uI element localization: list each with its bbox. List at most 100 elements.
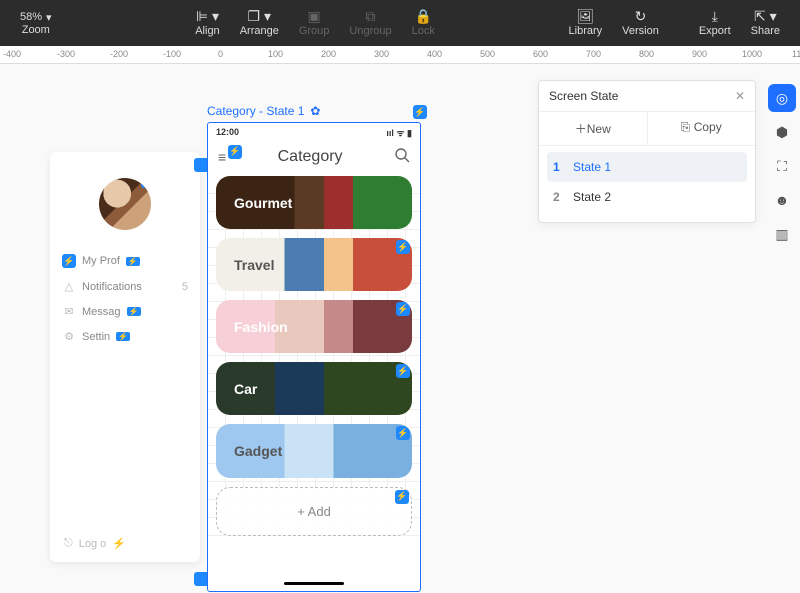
target-icon: ◎: [776, 90, 788, 107]
state-label: State 2: [573, 190, 611, 204]
layout-icon: ▥: [775, 226, 788, 243]
card-label: Car: [234, 381, 257, 397]
group-button: ▣ Group: [299, 9, 330, 37]
logout-icon: ⎋: [64, 537, 73, 550]
align-icon: ⊫ ▾: [196, 9, 219, 23]
drawer-component[interactable]: ⚡ ⚡ My Prof ⚡ △ Notifications 5 ✉ Messag…: [50, 152, 200, 562]
state-row-1[interactable]: 1 State 1: [547, 152, 747, 182]
phone-artboard[interactable]: 12:00 ııl ᯤ ▮ ≡⚡ Category Gourmet Travel…: [207, 122, 421, 592]
category-card-car[interactable]: Car ⚡: [216, 362, 412, 415]
nav-item-settings[interactable]: ⚙ Settin ⚡: [60, 324, 190, 349]
share-button[interactable]: ⇱ ▾ Share: [751, 9, 780, 37]
state-number: 2: [553, 190, 563, 204]
state-badge-icon: ⚡: [396, 240, 410, 254]
screen-state-panel: Screen State ✕ ＋New ⎘ Copy 1 State 1 2 S…: [538, 80, 756, 223]
share-icon: ⇱ ▾: [754, 9, 777, 23]
close-icon[interactable]: ✕: [735, 89, 745, 103]
version-button[interactable]: ↻ Version: [622, 9, 659, 37]
new-state-button[interactable]: ＋New: [539, 112, 647, 145]
menu-icon[interactable]: ≡⚡: [218, 149, 226, 165]
group-icon: ▣: [308, 9, 321, 23]
screen-header: ≡⚡ Category: [208, 141, 420, 176]
version-icon: ↻: [635, 9, 647, 23]
category-card-gadget[interactable]: Gadget ⚡: [216, 424, 412, 477]
status-icons: ııl ᯤ ▮: [386, 126, 412, 139]
avatar: ⚡: [99, 178, 151, 230]
arrange-button[interactable]: ❐ ▾ Arrange: [240, 9, 279, 37]
card-label: Travel: [234, 257, 274, 273]
zoom-label: Zoom: [22, 24, 50, 36]
zoom-value: 58%: [20, 11, 42, 23]
message-icon: ✉: [62, 305, 76, 318]
category-card-travel[interactable]: Travel ⚡: [216, 238, 412, 291]
home-indicator: [284, 582, 344, 585]
state-number: 1: [553, 160, 563, 174]
nav-label: Settin: [82, 331, 110, 343]
nav-label: My Prof: [82, 255, 120, 267]
state-badge-icon: ⚡: [116, 332, 130, 341]
library-button[interactable]: 🖼 Library: [569, 9, 603, 37]
state-badge-icon: ⚡: [395, 490, 409, 504]
state-badge-icon[interactable]: ⚡: [413, 105, 427, 119]
horizontal-ruler: -400 -300 -200 -100 0 100 200 300 400 50…: [0, 46, 800, 64]
category-card-fashion[interactable]: Fashion ⚡: [216, 300, 412, 353]
card-label: Fashion: [234, 319, 288, 335]
export-button[interactable]: ⤓ Export: [699, 9, 731, 37]
top-toolbar: 58% ▾ Zoom ⊫ ▾ Align ❐ ▾ Arrange ▣ Group…: [0, 0, 800, 46]
nav-label: Messag: [82, 306, 121, 318]
ungroup-icon: ⧉: [366, 9, 376, 23]
expand-icon: ⛶: [777, 158, 787, 175]
panel-title: Screen State: [549, 89, 618, 103]
right-toolbar: ◎ ⬢ ⛶ ☻ ▥: [764, 80, 800, 248]
nav-label: Log o: [79, 538, 107, 550]
category-list: Gourmet Travel ⚡ Fashion ⚡ Car ⚡ Gadget …: [208, 176, 420, 536]
state-badge-icon: ⚡: [396, 426, 410, 440]
status-time: 12:00: [216, 127, 239, 137]
arrange-icon: ❐ ▾: [248, 9, 271, 23]
nav-item-profile[interactable]: ⚡ My Prof ⚡: [60, 248, 190, 274]
artboard-title: Category - State 1: [207, 104, 304, 118]
lock-icon: 🔒: [415, 9, 432, 23]
add-card-button[interactable]: + Add ⚡: [216, 487, 412, 536]
state-badge-icon[interactable]: ⚡: [141, 178, 151, 188]
state-badge-icon: ⚡: [396, 302, 410, 316]
status-bar: 12:00 ııl ᯤ ▮: [208, 123, 420, 141]
copy-state-button[interactable]: ⎘ Copy: [647, 112, 756, 145]
emoji-tool-button[interactable]: ☻: [768, 186, 796, 214]
artboard-label[interactable]: Category - State 1 ✿: [207, 104, 320, 118]
bell-icon: △: [62, 280, 76, 293]
gear-icon: ⚙: [62, 330, 76, 343]
smile-icon: ☻: [775, 192, 790, 208]
state-label: State 1: [573, 160, 611, 174]
count-badge: 5: [182, 281, 188, 293]
state-badge-icon: ⚡: [62, 254, 76, 268]
chevron-down-icon: ▾: [46, 11, 52, 24]
card-label: Gadget: [234, 443, 282, 459]
library-icon: 🖼: [576, 9, 594, 23]
nav-item-logout[interactable]: ⎋ Log o ⚡: [64, 537, 126, 550]
category-card-gourmet[interactable]: Gourmet: [216, 176, 412, 229]
align-button[interactable]: ⊫ ▾ Align: [195, 9, 219, 37]
copy-icon: ⎘: [681, 120, 694, 134]
export-icon: ⤓: [712, 9, 718, 23]
target-tool-button[interactable]: ◎: [768, 84, 796, 112]
plus-icon: ＋: [575, 122, 587, 136]
add-label: + Add: [297, 504, 331, 519]
layout-tool-button[interactable]: ▥: [768, 220, 796, 248]
cube-icon: ⬢: [776, 124, 788, 141]
design-canvas[interactable]: ⚡ ⚡ My Prof ⚡ △ Notifications 5 ✉ Messag…: [0, 64, 800, 593]
card-label: Gourmet: [234, 195, 292, 211]
screen-title: Category: [278, 148, 343, 166]
nav-item-messages[interactable]: ✉ Messag ⚡: [60, 299, 190, 324]
state-row-2[interactable]: 2 State 2: [547, 182, 747, 212]
ungroup-button: ⧉ Ungroup: [349, 9, 391, 37]
zoom-control[interactable]: 58% ▾ Zoom: [20, 11, 52, 36]
cube-tool-button[interactable]: ⬢: [768, 118, 796, 146]
nav-item-notifications[interactable]: △ Notifications 5: [60, 274, 190, 299]
search-icon[interactable]: [394, 147, 410, 166]
expand-tool-button[interactable]: ⛶: [768, 152, 796, 180]
state-badge-icon: ⚡: [127, 307, 141, 316]
state-badge-icon: ⚡: [112, 537, 126, 550]
state-badge-icon: ⚡: [228, 145, 242, 159]
gear-icon[interactable]: ✿: [310, 104, 320, 118]
